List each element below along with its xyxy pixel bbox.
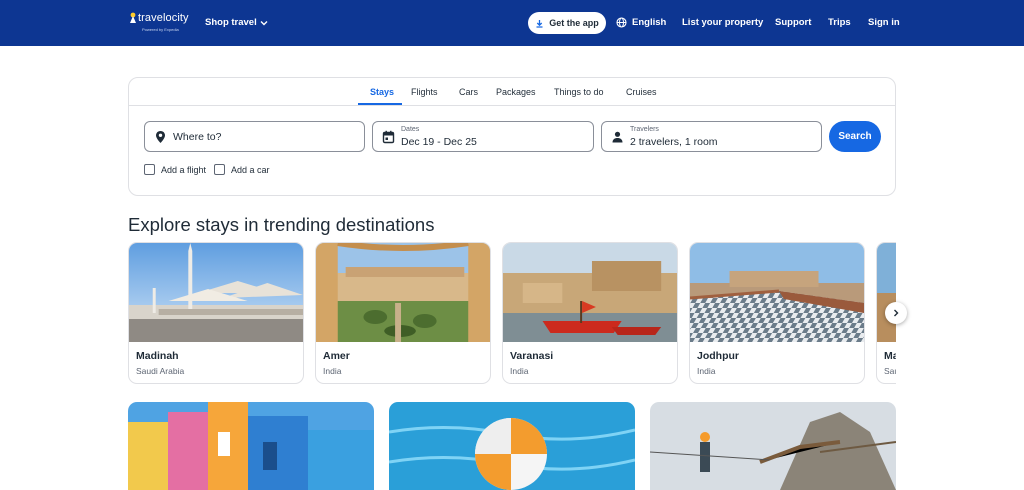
dates-label: Dates: [401, 126, 420, 133]
shop-travel-label: Shop travel: [205, 17, 257, 28]
promo-card-colorful-street[interactable]: [128, 402, 374, 490]
tab-cars[interactable]: Cars: [459, 87, 478, 97]
destination-input[interactable]: Where to?: [144, 121, 365, 152]
destination-card-madinah[interactable]: Madinah Saudi Arabia: [128, 242, 304, 384]
tab-things-to-do[interactable]: Things to do: [554, 87, 604, 97]
add-flight-checkbox[interactable]: Add a flight: [144, 164, 206, 175]
dates-field[interactable]: Dates Dec 19 - Dec 25: [372, 121, 594, 152]
support-link[interactable]: Support: [775, 17, 811, 28]
destination-card-jodhpur[interactable]: Jodhpur India: [689, 242, 865, 384]
travelocity-logo[interactable]: travelocity Powered by Expedia: [128, 12, 189, 36]
logo-tagline: Powered by Expedia: [142, 27, 179, 32]
search-button[interactable]: Search: [829, 121, 881, 152]
promo-card-pool[interactable]: [389, 402, 635, 490]
travelers-label: Travelers: [630, 126, 659, 133]
add-car-label: Add a car: [231, 164, 270, 175]
tab-flights[interactable]: Flights: [411, 87, 438, 97]
destination-card-amer[interactable]: Amer India: [315, 242, 491, 384]
destination-country: India: [697, 366, 716, 376]
chevron-right-icon: [894, 309, 899, 317]
list-your-property-link[interactable]: List your property: [682, 17, 763, 28]
carousel-next-button[interactable]: [885, 302, 907, 324]
promo-photo: [389, 402, 635, 490]
destination-photo: [129, 243, 303, 342]
add-flight-label: Add a flight: [161, 164, 207, 175]
destination-name: Jodhpur: [697, 350, 739, 362]
dates-value: Dec 19 - Dec 25: [401, 136, 477, 148]
get-the-app-label: Get the app: [549, 18, 599, 28]
person-icon: [612, 131, 623, 143]
destination-country: India: [323, 366, 342, 376]
destination-card-varanasi[interactable]: Varanasi India: [502, 242, 678, 384]
section-title: Explore stays in trending destinations: [128, 214, 435, 235]
language-label: English: [632, 17, 667, 28]
trips-link[interactable]: Trips: [828, 17, 851, 28]
globe-icon: [616, 17, 627, 28]
tab-cruises[interactable]: Cruises: [626, 87, 657, 97]
destination-placeholder: Where to?: [173, 131, 222, 143]
checkbox-box[interactable]: [144, 164, 155, 175]
top-navigation-bar: travelocity Powered by Expedia Shop trav…: [0, 0, 1024, 46]
get-the-app-button[interactable]: Get the app: [528, 12, 606, 34]
sign-in-link[interactable]: Sign in: [868, 17, 900, 28]
destination-name: Varanasi: [510, 350, 554, 362]
logo-text: travelocity: [138, 12, 189, 24]
chevron-down-icon: [260, 20, 268, 25]
travelers-field[interactable]: Travelers 2 travelers, 1 room: [601, 121, 822, 152]
promo-card-adventure[interactable]: [650, 402, 896, 490]
destination-name: Ma: [884, 350, 896, 362]
destination-photo: [316, 243, 490, 342]
add-car-checkbox[interactable]: Add a car: [214, 164, 270, 175]
promo-photo: [650, 402, 896, 490]
travelers-value: 2 travelers, 1 room: [630, 136, 718, 148]
destination-country: India: [510, 366, 529, 376]
destination-country: Saudi Arabia: [136, 366, 185, 376]
destination-photo: [877, 243, 896, 342]
gnome-logo-icon: [130, 12, 136, 23]
destination-country: Sau: [884, 366, 896, 376]
destination-photo: [690, 243, 864, 342]
map-pin-icon: [156, 131, 165, 143]
language-selector[interactable]: English: [616, 17, 666, 28]
active-tab-indicator: [358, 103, 402, 105]
shop-travel-menu[interactable]: Shop travel: [205, 17, 268, 28]
tab-packages[interactable]: Packages: [496, 87, 536, 97]
calendar-icon: [382, 130, 395, 144]
destination-name: Madinah: [136, 350, 179, 362]
tab-stays[interactable]: Stays: [370, 87, 394, 97]
destination-name: Amer: [323, 350, 350, 362]
search-tabs: Stays Flights Cars Packages Things to do…: [129, 78, 895, 106]
promo-photo: [128, 402, 374, 490]
search-form: Stays Flights Cars Packages Things to do…: [128, 77, 896, 196]
destination-photo: [503, 243, 677, 342]
checkbox-box[interactable]: [214, 164, 225, 175]
download-icon: [536, 19, 543, 28]
